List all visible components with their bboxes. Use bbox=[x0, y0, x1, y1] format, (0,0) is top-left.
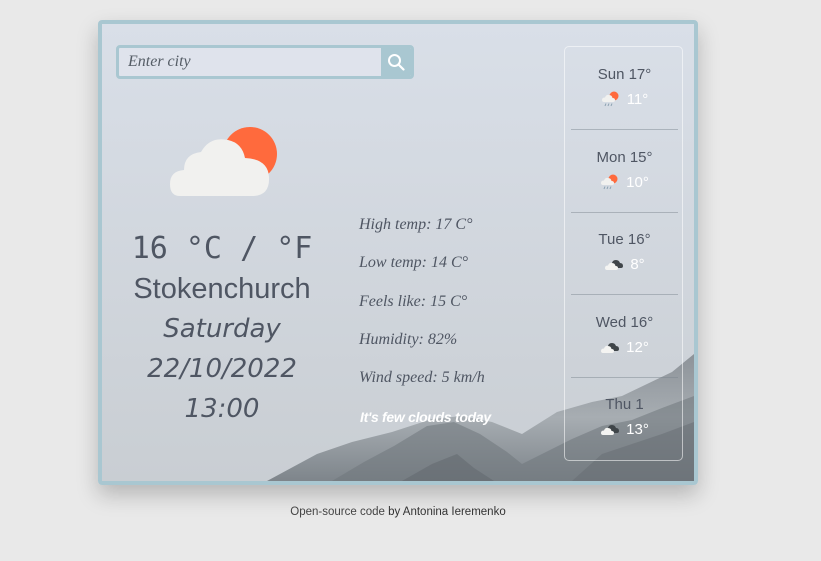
forecast-item: Sun 17° 11° bbox=[571, 47, 678, 129]
forecast-item: Tue 16° 8° bbox=[571, 212, 678, 294]
current-temperature: 16 bbox=[131, 231, 168, 266]
broken-clouds-icon bbox=[601, 343, 620, 353]
search-button[interactable] bbox=[381, 48, 411, 76]
current-weather: 16 °C / °F Stokenchurch Saturday 22/10/2… bbox=[102, 229, 342, 429]
city-name: Stokenchurch bbox=[133, 273, 311, 305]
unit-celsius-link[interactable]: °C bbox=[186, 231, 222, 266]
forecast-day: Thu 1 bbox=[605, 396, 644, 413]
forecast-day: Mon 15° bbox=[596, 149, 653, 166]
current-day: Saturday bbox=[163, 314, 281, 344]
footer-author: by Antonina Ieremenko bbox=[384, 506, 506, 518]
forecast-item: Thu 1 13° bbox=[571, 377, 678, 459]
search-input[interactable] bbox=[119, 48, 381, 76]
forecast-day: Wed 16° bbox=[595, 314, 654, 331]
forecast-day: Sun 17° bbox=[597, 66, 652, 83]
open-source-link[interactable]: Open-source code bbox=[290, 506, 385, 518]
unit-fahrenheit-link[interactable]: °F bbox=[276, 231, 312, 266]
weather-details: High temp: 17 C° Low temp: 14 C° Feels l… bbox=[359, 215, 559, 406]
current-temperature-line: 16 °C / °F bbox=[102, 229, 342, 269]
feels-like: Feels like: 15 C° bbox=[359, 292, 468, 310]
weather-card: 16 °C / °F Stokenchurch Saturday 22/10/2… bbox=[98, 20, 698, 485]
search-form bbox=[116, 45, 414, 79]
unit-separator: / bbox=[240, 231, 259, 266]
forecast-temp: 13° bbox=[626, 420, 649, 438]
high-temp: High temp: 17 C° bbox=[359, 216, 473, 233]
forecast-item: Wed 16° 12° bbox=[571, 295, 678, 377]
forecast-temp: 11° bbox=[626, 90, 649, 108]
forecast-day: Tue 16° bbox=[598, 231, 651, 248]
low-temp: Low temp: 14 C° bbox=[359, 254, 469, 272]
search-icon bbox=[388, 54, 405, 71]
forecast-temp: 8° bbox=[630, 255, 645, 273]
humidity: Humidity: 82% bbox=[359, 330, 458, 348]
current-time: 13:00 bbox=[184, 394, 260, 424]
rain-sun-icon bbox=[601, 174, 618, 190]
forecast-panel: Sun 17° 11° Mon 15° 10° Tue 16° 8° Wed 1… bbox=[564, 46, 683, 461]
broken-clouds-icon bbox=[601, 425, 620, 435]
forecast-temp: 12° bbox=[626, 338, 649, 356]
current-date: 22/10/2022 bbox=[147, 354, 297, 384]
rain-sun-icon bbox=[601, 91, 619, 107]
forecast-temp: 10° bbox=[626, 173, 649, 191]
few-clouds-day-icon bbox=[170, 127, 277, 196]
forecast-item: Mon 15° 10° bbox=[571, 130, 678, 212]
footer: Open-source code by Antonina Ieremenko bbox=[0, 506, 796, 518]
broken-clouds-icon bbox=[605, 260, 624, 270]
wind-speed: Wind speed: 5 km/h bbox=[359, 369, 485, 387]
weather-description: It's few clouds today bbox=[360, 409, 491, 425]
